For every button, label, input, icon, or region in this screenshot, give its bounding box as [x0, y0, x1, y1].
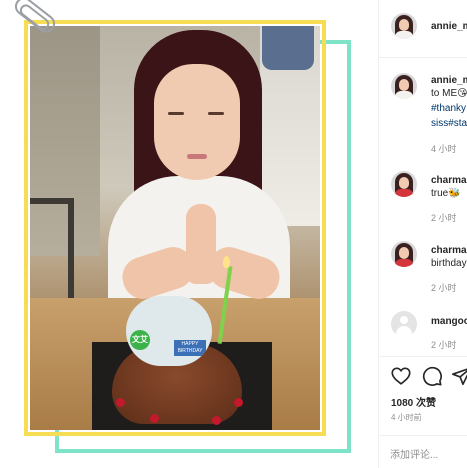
praying-hands [186, 204, 216, 284]
comment-bar: 添加评论... [379, 435, 467, 468]
topper-badge: 文艾 [130, 330, 150, 350]
comment-time: 2 小时 [431, 213, 457, 223]
post-photo[interactable]: 文艾 HAPPY BIRTHDAY [30, 26, 320, 430]
person-eye-left [168, 112, 184, 115]
post-photo-panel: 文艾 HAPPY BIRTHDAY [0, 0, 378, 468]
avatar[interactable] [391, 311, 417, 337]
avatar-face [399, 177, 409, 189]
post-header: annie_m [379, 0, 467, 58]
share-icon[interactable] [451, 365, 467, 387]
post-username[interactable]: annie_m [431, 21, 467, 32]
person-face [154, 64, 240, 180]
person-eye-right [208, 112, 224, 115]
likes-count[interactable]: 1080 次赞 [391, 394, 436, 409]
avatar[interactable] [391, 13, 417, 39]
comment-input[interactable]: 添加评论... [390, 446, 438, 461]
avatar[interactable] [391, 241, 417, 267]
avatar-face [399, 79, 409, 91]
cake-photo-topper: 文艾 HAPPY BIRTHDAY [126, 296, 212, 366]
topper-text: HAPPY BIRTHDAY [174, 340, 206, 356]
comment-username[interactable]: charma [431, 245, 467, 256]
avatar-face [399, 19, 409, 31]
candle-flame [223, 256, 230, 268]
comment-text: true🐝 [431, 188, 461, 199]
person-mouth [187, 154, 207, 159]
background-bag [262, 26, 314, 70]
avatar-body [395, 259, 413, 267]
comment-text: birthday [431, 258, 467, 269]
avatar-face [399, 247, 409, 259]
avatar-body [395, 91, 413, 99]
strawberry [150, 414, 159, 423]
caption-hashtag[interactable]: #thanky [431, 102, 466, 116]
chair [30, 198, 74, 308]
comment-username[interactable]: mangoo [431, 316, 467, 327]
default-avatar-head [400, 316, 408, 324]
caption-time: 4 小时 [431, 144, 457, 154]
post-actions: 1080 次赞 4 小时前 添加评论... [379, 356, 467, 468]
heart-icon[interactable] [390, 365, 412, 387]
comments-panel: annie_m annie_m to ME😘 #thanky siss#sta … [378, 0, 467, 468]
caption-username[interactable]: annie_m [431, 75, 467, 86]
avatar[interactable] [391, 171, 417, 197]
post-time: 4 小时前 [391, 413, 422, 422]
caption-hashtag[interactable]: siss#sta [431, 117, 467, 131]
strawberry [234, 398, 243, 407]
avatar-body [395, 31, 413, 39]
comment-time: 2 小时 [431, 340, 457, 350]
strawberry [212, 416, 221, 425]
comment-username[interactable]: charma [431, 175, 467, 186]
strawberry [116, 398, 125, 407]
caption-line: to ME😘 [431, 88, 467, 99]
default-avatar-body [396, 326, 412, 337]
comment-icon[interactable] [421, 365, 443, 387]
avatar[interactable] [391, 73, 417, 99]
comment-time: 2 小时 [431, 283, 457, 293]
avatar-body [395, 189, 413, 197]
